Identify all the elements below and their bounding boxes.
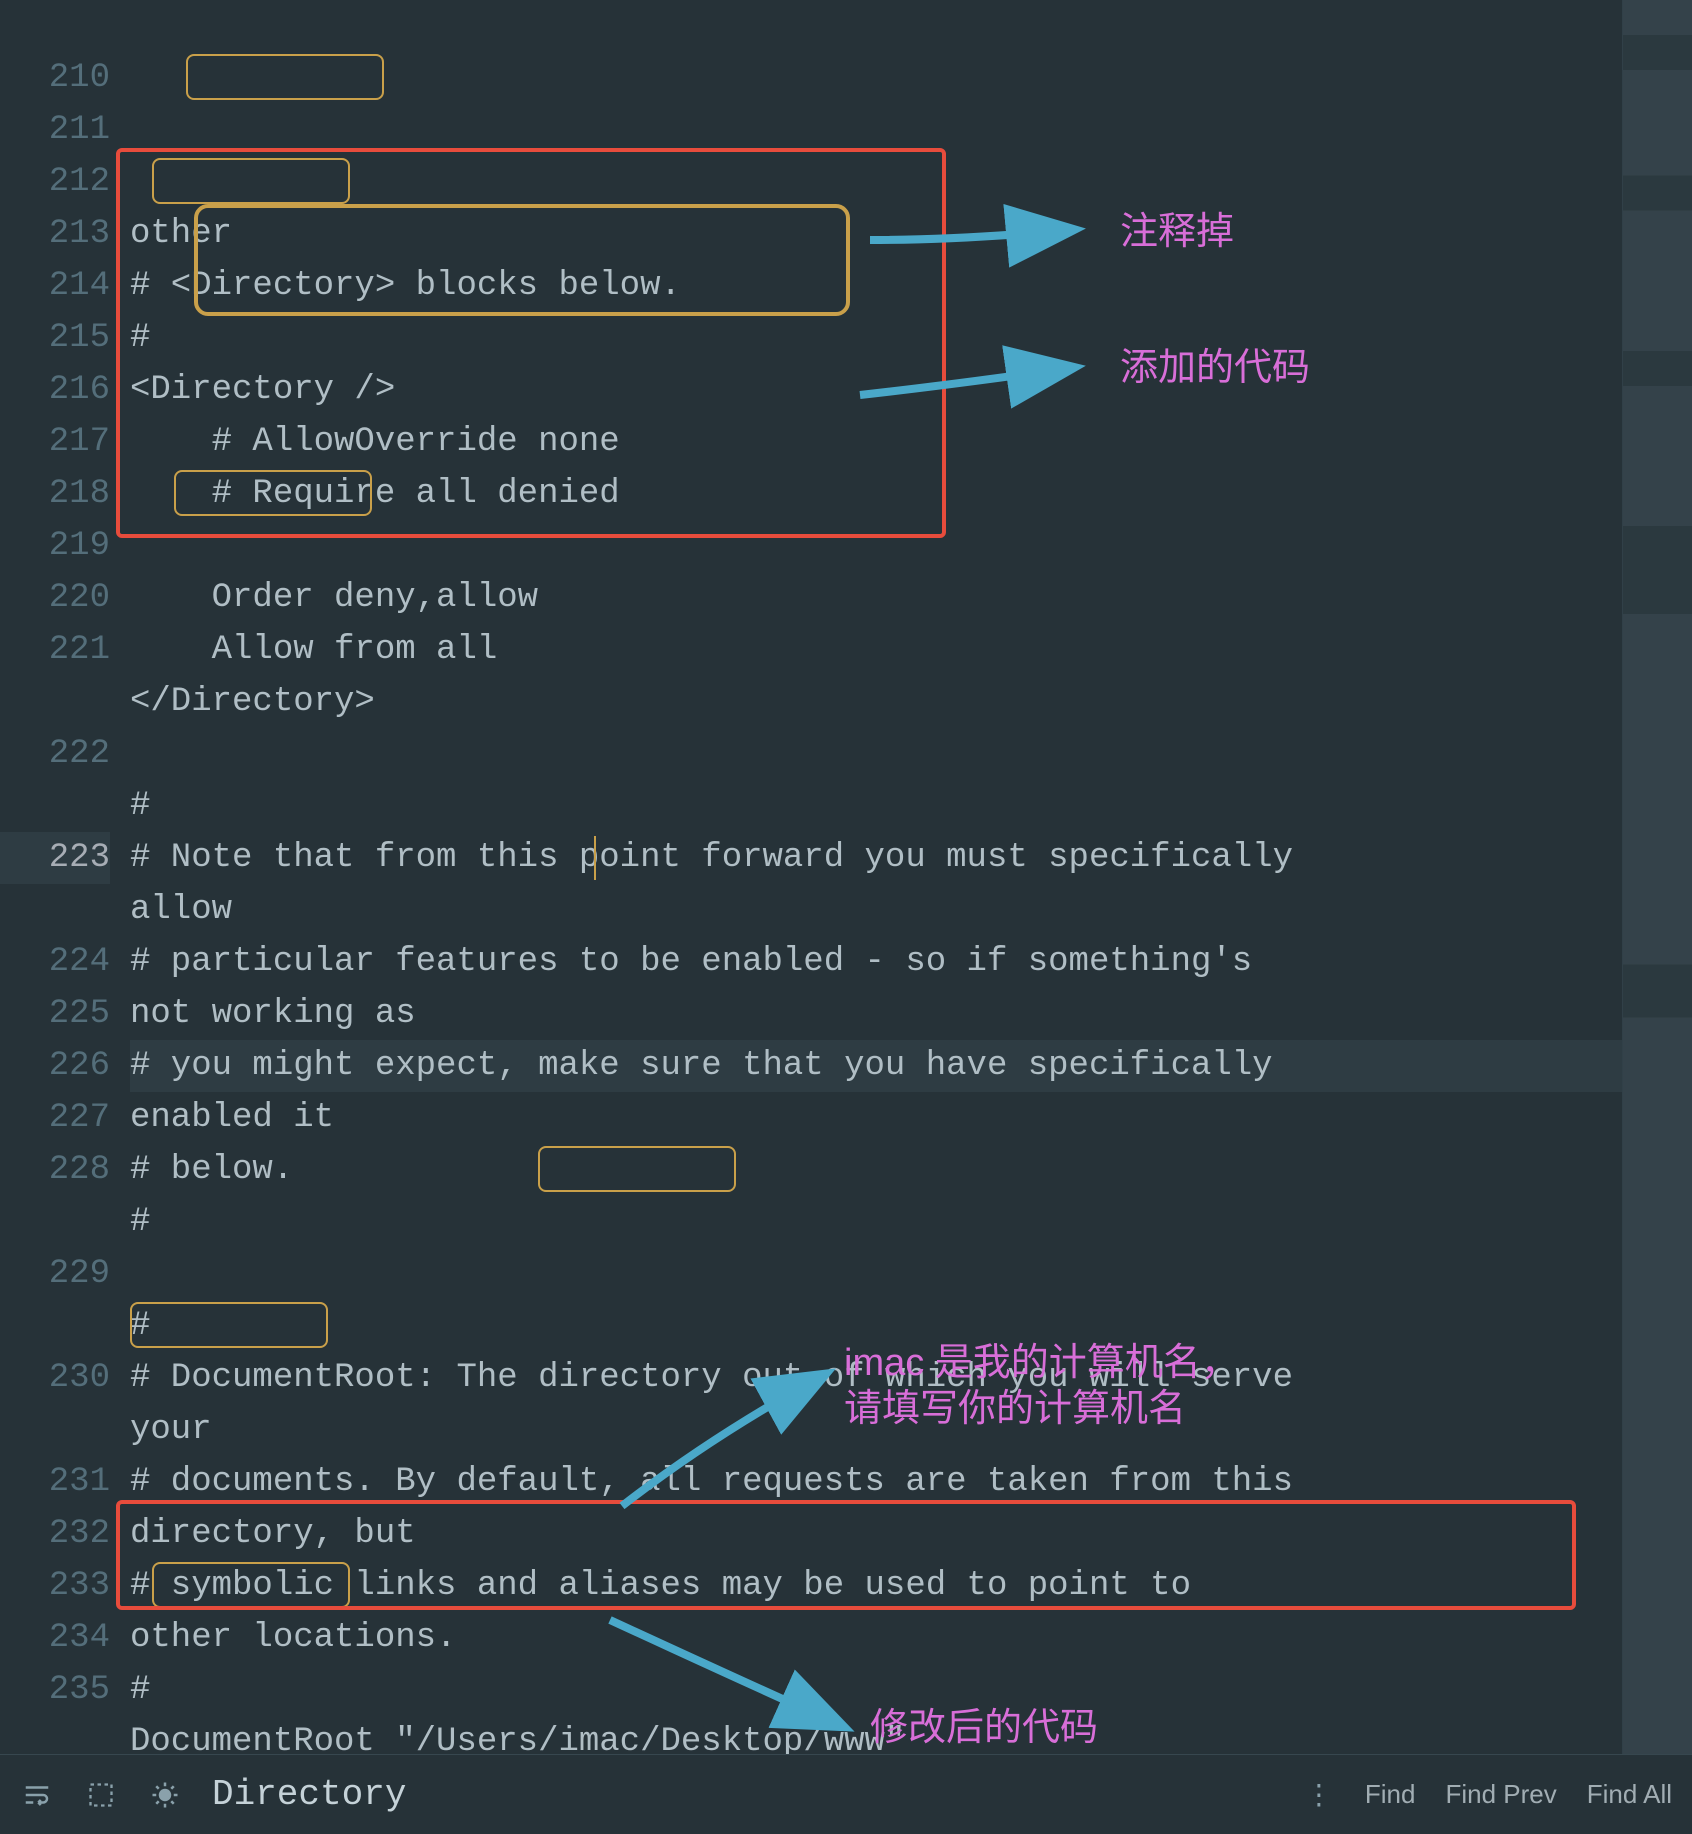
code-line[interactable]: </Directory> bbox=[130, 676, 1622, 728]
code-line[interactable]: # symbolic links and aliases may be used… bbox=[130, 1560, 1622, 1612]
code-line[interactable]: Allow from all bbox=[130, 624, 1622, 676]
line-number: 224 bbox=[0, 936, 110, 988]
status-bar: Directory ⋮ Find Find Prev Find All bbox=[0, 1754, 1692, 1834]
code-line[interactable]: # bbox=[130, 1300, 1622, 1352]
code-line[interactable] bbox=[130, 1248, 1622, 1300]
code-line[interactable]: other bbox=[130, 208, 1622, 260]
code-line[interactable]: other locations. bbox=[130, 1612, 1622, 1664]
line-number: 211 bbox=[0, 104, 110, 156]
code-line[interactable]: enabled it bbox=[130, 1092, 1622, 1144]
line-number: 230 bbox=[0, 1352, 110, 1404]
code-line[interactable]: directory, but bbox=[130, 1508, 1622, 1560]
line-number: 227 bbox=[0, 1092, 110, 1144]
more-icon[interactable]: ⋮ bbox=[1301, 1778, 1335, 1812]
selection-icon[interactable] bbox=[84, 1778, 118, 1812]
highlight-icon[interactable] bbox=[148, 1778, 182, 1812]
line-number bbox=[0, 0, 110, 52]
line-number: 221 bbox=[0, 624, 110, 676]
line-number: 213 bbox=[0, 208, 110, 260]
line-number: 216 bbox=[0, 364, 110, 416]
line-number: 233 bbox=[0, 1560, 110, 1612]
line-number bbox=[0, 1300, 110, 1352]
line-number: 228 bbox=[0, 1144, 110, 1196]
code-line[interactable]: # Require all denied bbox=[130, 468, 1622, 520]
wrap-icon[interactable] bbox=[20, 1778, 54, 1812]
code-line[interactable] bbox=[130, 520, 1622, 572]
line-number: 219 bbox=[0, 520, 110, 572]
line-number: 235 bbox=[0, 1664, 110, 1716]
line-number: 231 bbox=[0, 1456, 110, 1508]
find-button[interactable]: Find bbox=[1365, 1779, 1416, 1810]
search-highlight bbox=[152, 158, 350, 204]
code-line[interactable]: allow bbox=[130, 884, 1622, 936]
code-area[interactable]: other# <Directory> blocks below.#<Direct… bbox=[130, 0, 1622, 1754]
code-line[interactable]: # DocumentRoot: The directory out of whi… bbox=[130, 1352, 1622, 1404]
line-number: 225 bbox=[0, 988, 110, 1040]
line-number: 232 bbox=[0, 1508, 110, 1560]
line-number bbox=[0, 1404, 110, 1456]
code-line[interactable]: your bbox=[130, 1404, 1622, 1456]
line-number: 215 bbox=[0, 312, 110, 364]
code-line[interactable]: # AllowOverride none bbox=[130, 416, 1622, 468]
line-number bbox=[0, 1196, 110, 1248]
code-line[interactable]: Order deny,allow bbox=[130, 572, 1622, 624]
line-number: 214 bbox=[0, 260, 110, 312]
code-line[interactable]: # bbox=[130, 1196, 1622, 1248]
code-line[interactable]: # documents. By default, all requests ar… bbox=[130, 1456, 1622, 1508]
code-line[interactable]: # <Directory> blocks below. bbox=[130, 260, 1622, 312]
line-number: 210 bbox=[0, 52, 110, 104]
code-line[interactable]: # Note that from this point forward you … bbox=[130, 832, 1622, 884]
search-highlight bbox=[186, 54, 384, 100]
line-number bbox=[0, 676, 110, 728]
line-number bbox=[0, 884, 110, 936]
line-number: 222 bbox=[0, 728, 110, 780]
code-line[interactable]: # particular features to be enabled - so… bbox=[130, 936, 1622, 988]
code-line[interactable]: <Directory /> bbox=[130, 364, 1622, 416]
code-editor: 210211212213214215216217218219220221 222 2… bbox=[0, 0, 1692, 1754]
line-number bbox=[0, 780, 110, 832]
line-number: 220 bbox=[0, 572, 110, 624]
line-number: 223 bbox=[0, 832, 110, 884]
text-cursor bbox=[594, 836, 596, 880]
line-number: 212 bbox=[0, 156, 110, 208]
code-line[interactable] bbox=[130, 728, 1622, 780]
code-line[interactable]: # below. bbox=[130, 1144, 1622, 1196]
code-line[interactable]: # you might expect, make sure that you h… bbox=[130, 1040, 1622, 1092]
line-number: 217 bbox=[0, 416, 110, 468]
line-number: 229 bbox=[0, 1248, 110, 1300]
line-number: 226 bbox=[0, 1040, 110, 1092]
code-line[interactable]: not working as bbox=[130, 988, 1622, 1040]
line-number: 234 bbox=[0, 1612, 110, 1664]
code-line[interactable]: # bbox=[130, 312, 1622, 364]
find-prev-button[interactable]: Find Prev bbox=[1445, 1779, 1556, 1810]
find-all-button[interactable]: Find All bbox=[1587, 1779, 1672, 1810]
line-number-gutter: 210211212213214215216217218219220221 222 2… bbox=[0, 0, 130, 1754]
code-line[interactable]: # bbox=[130, 1664, 1622, 1716]
code-line[interactable]: # bbox=[130, 780, 1622, 832]
minimap[interactable] bbox=[1622, 0, 1692, 1754]
line-number: 218 bbox=[0, 468, 110, 520]
search-input-text[interactable]: Directory bbox=[212, 1774, 406, 1815]
